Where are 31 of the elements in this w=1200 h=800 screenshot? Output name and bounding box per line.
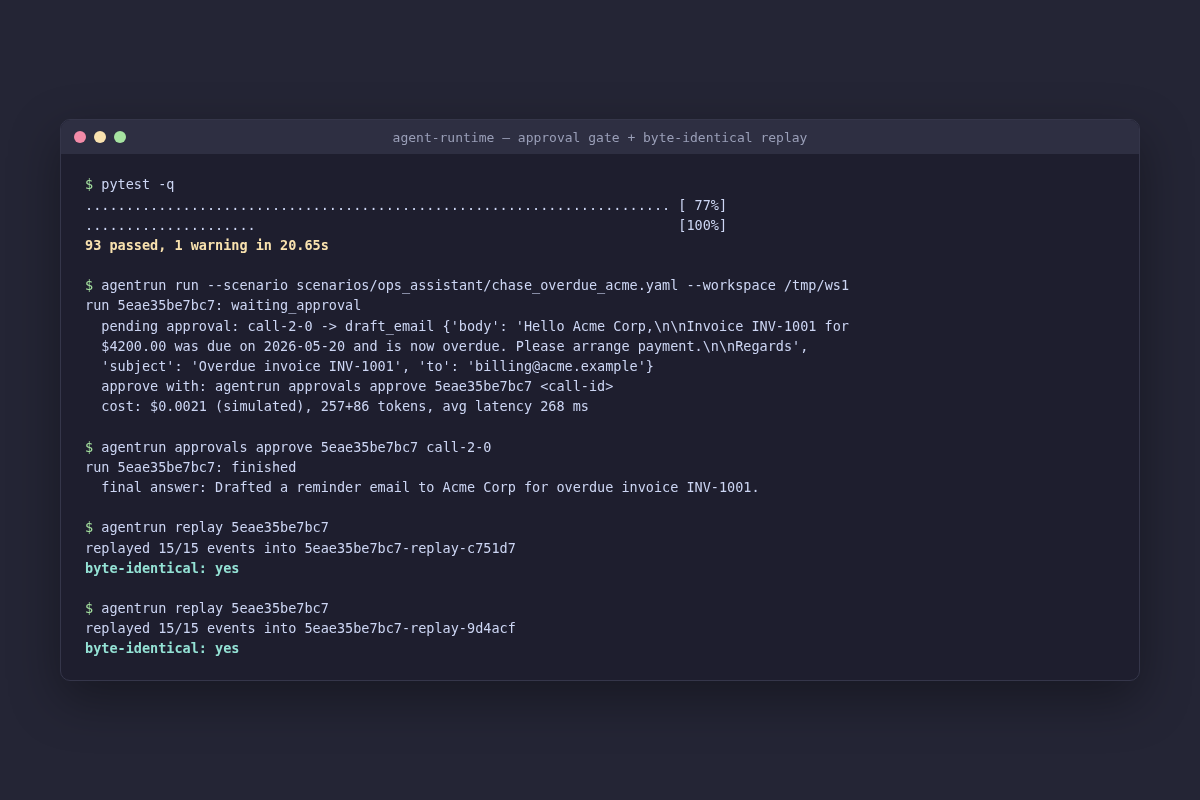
output-line: pending approval: call-2-0 -> draft_email {'body': 'Hello Acme Corp,\n\nInvoice INV-1001 for <box>101 316 849 336</box>
window-zoom-icon[interactable] <box>114 131 126 144</box>
output-line: replayed 15/15 events into 5eae35be7bc7-replay-c751d7 <box>85 538 516 558</box>
window-title: agent-runtime — approval gate + byte-identical replay <box>392 129 808 145</box>
output-line: final answer: Drafted a reminder email to Acme Corp for overdue invoice INV-1001. <box>101 478 760 497</box>
progress-percent: [ 77%] <box>678 195 728 215</box>
prompt-symbol: $ <box>85 175 94 195</box>
output-line: cost: $0.0021 (simulated), 257+86 tokens, avg latency 268 ms <box>101 397 589 417</box>
window-minimize-icon[interactable] <box>94 131 106 144</box>
replay-status: byte-identical: yes <box>85 558 240 578</box>
command-text: agentrun approvals approve 5eae35be7bc7 call-2-0 <box>101 437 492 457</box>
replay-status: byte-identical: yes <box>85 639 240 659</box>
command-text: pytest -q <box>101 175 175 195</box>
progress-percent: [100%] <box>678 215 728 235</box>
command-text: agentrun replay 5eae35be7bc7 <box>101 518 329 538</box>
prompt-symbol: $ <box>85 518 94 538</box>
prompt-symbol: $ <box>85 276 94 296</box>
output-line: 'subject': 'Overdue invoice INV-1001', 'to': 'billing@acme.example'} <box>101 357 654 376</box>
prompt-symbol: $ <box>85 599 94 618</box>
prompt-symbol: $ <box>85 437 94 457</box>
command-text: agentrun run --scenario scenarios/ops_assistant/chase_overdue_acme.yaml --workspace /tmp/ws1 <box>101 276 849 296</box>
output-line: approve with: agentrun approvals approve 5eae35be7bc7 <call-id> <box>101 377 614 397</box>
output-line: replayed 15/15 events into 5eae35be7bc7-replay-9d4acf <box>85 619 516 639</box>
test-summary: 93 passed, 1 warning in 20.65s <box>85 236 329 255</box>
output-line: $4200.00 was due on 2026-05-20 and is now overdue. Please arrange payment.\n\nRegards', <box>101 336 809 356</box>
progress-dots: ..................... <box>85 215 256 235</box>
progress-dots: ........................................................................ <box>85 195 671 215</box>
window-close-icon[interactable] <box>74 131 86 144</box>
output-line: run 5eae35be7bc7: finished <box>85 457 297 477</box>
output-line: run 5eae35be7bc7: waiting_approval <box>85 296 362 316</box>
command-text: agentrun replay 5eae35be7bc7 <box>101 599 329 618</box>
